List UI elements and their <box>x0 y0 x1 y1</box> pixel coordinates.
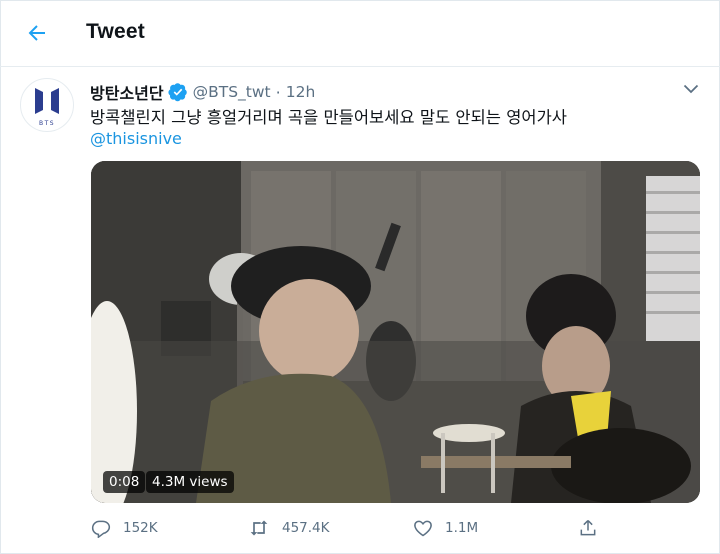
more-options-button[interactable] <box>680 80 702 98</box>
video-views-badge: 4.3M views <box>146 471 234 493</box>
author-row: 방탄소년단 @BTS_twt · 12h <box>90 80 315 104</box>
reply-count: 152K <box>123 520 158 536</box>
share-button[interactable] <box>578 518 610 538</box>
tweet-timestamp[interactable]: 12h <box>286 83 316 101</box>
retweet-count: 457.4K <box>282 520 330 536</box>
header-bar: Tweet <box>0 0 720 67</box>
retweet-button[interactable]: 457.4K <box>248 518 330 538</box>
avatar[interactable]: BTS <box>20 78 74 132</box>
back-button[interactable] <box>22 18 52 48</box>
separator-dot: · <box>275 82 281 102</box>
like-button[interactable]: 1.1M <box>413 518 478 538</box>
page-title: Tweet <box>86 20 145 43</box>
reply-icon <box>91 520 111 538</box>
reply-button[interactable]: 152K <box>91 518 158 538</box>
heart-icon <box>414 520 432 537</box>
author-name[interactable]: 방탄소년단 <box>90 80 164 104</box>
video-duration-badge: 0:08 <box>103 471 146 493</box>
mention-link[interactable]: @thisisnive <box>90 129 182 148</box>
back-arrow-icon <box>28 25 45 41</box>
share-icon <box>580 519 596 536</box>
tweet-text: 방콕챌린지 그냥 흥얼거리며 곡을 만들어보세요 말도 안되는 영어가사 <box>90 108 567 127</box>
tweet-actions: 152K 457.4K 1.1M <box>0 512 720 544</box>
verified-badge-icon <box>168 82 188 102</box>
video-player[interactable] <box>91 161 700 503</box>
video-frame-image <box>91 161 700 503</box>
author-handle[interactable]: @BTS_twt <box>193 83 271 101</box>
bts-logo-icon: BTS <box>35 88 59 127</box>
svg-text:BTS: BTS <box>39 120 55 127</box>
like-count: 1.1M <box>445 520 479 536</box>
retweet-icon <box>250 520 268 536</box>
chevron-down-icon <box>683 84 699 94</box>
